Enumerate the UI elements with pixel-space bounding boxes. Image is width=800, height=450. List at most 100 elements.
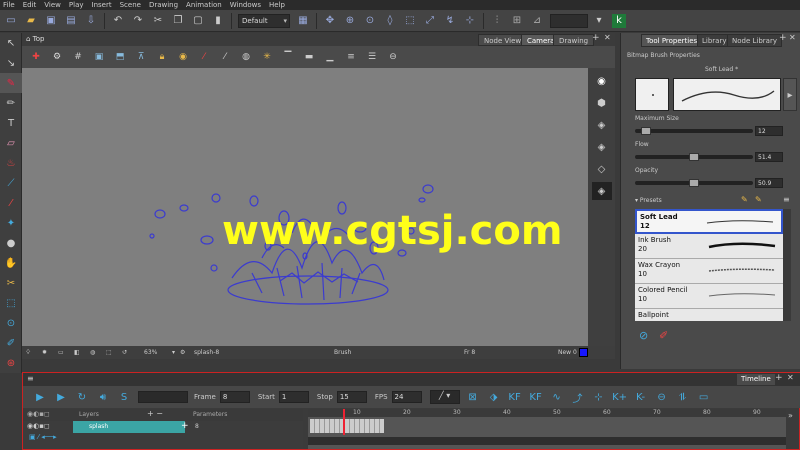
add-layer-icon[interactable]: + − xyxy=(147,409,163,418)
footer-tools-icon[interactable]: ▣ ⁄ ◂──▸ xyxy=(29,433,57,441)
reset-icon[interactable]: ↺ xyxy=(122,349,127,356)
brush-stroke-icon[interactable]: ✐ xyxy=(659,329,668,342)
node-icon[interactable]: ⊹ xyxy=(463,14,477,28)
bone-icon[interactable]: ⊿ xyxy=(530,14,544,28)
menu-windows[interactable]: Windows xyxy=(230,1,261,9)
add-view-icon[interactable]: + xyxy=(592,33,600,43)
sketch-icon[interactable]: ◍ xyxy=(240,51,252,63)
settings-gear-icon[interactable]: ⚙ xyxy=(51,51,63,63)
undo-icon[interactable]: ↶ xyxy=(111,14,125,28)
layer-stack-3-icon[interactable]: ◇ xyxy=(592,160,612,178)
redo-icon[interactable]: ↷ xyxy=(131,14,145,28)
frame-field[interactable]: 8 xyxy=(219,391,250,403)
dropper-tool-icon[interactable]: ⁄ xyxy=(0,193,22,213)
select-tool-icon[interactable]: ↖ xyxy=(0,33,22,53)
frame-ruler[interactable]: 10 20 30 40 50 60 70 80 90 xyxy=(308,409,786,417)
motion-path-icon[interactable]: ⤢ xyxy=(423,14,437,28)
opacity-field[interactable]: 50.9 xyxy=(755,178,783,188)
delete-preset-icon[interactable]: ✎ xyxy=(755,195,762,204)
start-field[interactable]: 1 xyxy=(278,391,309,403)
brush-stroke-preview[interactable] xyxy=(673,78,781,111)
layer-stack-icon[interactable]: ◈ xyxy=(592,116,612,134)
preset-item-ballpoint[interactable]: Ballpoint xyxy=(635,309,783,321)
layer-stack-2-icon[interactable]: ◈ xyxy=(592,138,612,156)
frame-icon[interactable]: ▭ xyxy=(58,349,64,356)
onion-icon[interactable]: ◍ xyxy=(90,349,95,356)
lock-icon[interactable]: 🔒︎ xyxy=(156,51,168,63)
workspace-manager-icon[interactable]: ▦ xyxy=(296,14,310,28)
timeline-frames[interactable]: 10 20 30 40 50 60 70 80 90 xyxy=(308,409,786,449)
menu-file[interactable]: File xyxy=(3,1,15,9)
skew-icon[interactable]: ◊ xyxy=(383,14,397,28)
render-icon[interactable]: ✹ xyxy=(42,349,47,356)
add-keyframe-icon[interactable]: ⬗ xyxy=(487,390,501,404)
layer-active-icon[interactable]: ◈ xyxy=(591,182,612,200)
play-selection-icon[interactable]: ▶ xyxy=(54,390,68,404)
menu-scene[interactable]: Scene xyxy=(120,1,141,9)
max-size-slider[interactable] xyxy=(635,129,753,133)
menu-view[interactable]: View xyxy=(44,1,61,9)
layer-toggles-icon[interactable]: ◉◐▪◻ xyxy=(27,422,50,430)
stop-motion-icon[interactable]: ⊹ xyxy=(592,390,606,404)
text-tool-icon[interactable]: T xyxy=(0,113,22,133)
stamp-tool-icon[interactable]: ✦ xyxy=(0,213,22,233)
spline-tool-icon[interactable]: ✐ xyxy=(0,333,22,353)
turn-off-icon[interactable]: ⬒ xyxy=(114,51,126,63)
scale-icon[interactable]: ⊙ xyxy=(363,14,377,28)
timeline-scrollbar[interactable] xyxy=(308,437,786,445)
sound-icon[interactable]: 🔊︎ xyxy=(96,390,110,404)
stop-field[interactable]: 15 xyxy=(336,391,367,403)
close-panel-icon[interactable]: ✕ xyxy=(789,33,796,42)
add-drawing-icon[interactable]: ✚ xyxy=(30,51,42,63)
ease-icon[interactable]: ⤴ xyxy=(571,390,585,405)
exposure-cells[interactable] xyxy=(310,419,384,433)
menu-play[interactable]: Play xyxy=(69,1,84,9)
transform-icon[interactable]: ✥ xyxy=(323,14,337,28)
dropdown-arrow-icon[interactable]: ▾ xyxy=(592,14,606,28)
bulb-icon[interactable]: 💡︎ xyxy=(26,349,30,357)
line-tool-icon[interactable]: ⟋ xyxy=(0,173,22,193)
color-icon[interactable]: ◧ xyxy=(74,349,80,356)
menu-help[interactable]: Help xyxy=(269,1,285,9)
rotate-icon[interactable]: ⊕ xyxy=(343,14,357,28)
preset-item-colored-pencil[interactable]: Colored Pencil 10 xyxy=(635,284,783,309)
playhead[interactable] xyxy=(343,409,345,435)
preset-item-wax-crayon[interactable]: Wax Crayon 10 xyxy=(635,259,783,284)
brush-tool-icon[interactable]: ✎ xyxy=(0,73,22,93)
rig-icon[interactable]: ⊞ xyxy=(510,14,524,28)
expand-brush-icon[interactable]: ▸ xyxy=(783,78,797,111)
cycle-icon[interactable]: ⊖ xyxy=(655,390,669,404)
save-icon[interactable]: ▣ xyxy=(44,14,58,28)
pivot-icon[interactable]: ⬚ xyxy=(403,14,417,28)
open-folder-icon[interactable]: ▰ xyxy=(24,14,38,28)
align-bottom-icon[interactable]: ▁ xyxy=(324,51,336,63)
align-top-icon[interactable]: ▔ xyxy=(282,51,294,63)
playback-speed-slider[interactable] xyxy=(138,391,188,403)
copy-icon[interactable]: ❐ xyxy=(171,14,185,28)
hand-tool-icon[interactable]: ✋ xyxy=(0,253,22,273)
camera-mask-icon[interactable]: ⬢ xyxy=(592,94,612,112)
play-icon[interactable]: ▶ xyxy=(33,390,47,404)
eye-icon[interactable]: ◉ xyxy=(592,72,612,90)
pencil-view-icon[interactable]: ⁄ xyxy=(219,51,231,63)
new-preset-icon[interactable]: ✎ xyxy=(741,195,748,204)
save-as-icon[interactable]: ▤ xyxy=(64,14,78,28)
brush-view-icon[interactable]: ⁄ xyxy=(198,51,210,63)
fill-icon[interactable]: ▭ xyxy=(697,390,711,404)
sync-icon[interactable]: ✳ xyxy=(261,51,273,63)
brush-lock-icon[interactable]: ⊘ xyxy=(639,329,648,342)
eraser-tool-icon[interactable]: ▱ xyxy=(0,133,22,153)
cut-icon[interactable]: ✂ xyxy=(151,14,165,28)
distribute-icon[interactable]: ≡ xyxy=(345,51,357,63)
tab-timeline[interactable]: Timeline xyxy=(737,374,775,385)
preset-scrollbar[interactable] xyxy=(783,209,791,321)
keyframe-icon[interactable]: ⊠ xyxy=(466,390,480,404)
contour-editor-icon[interactable]: ↘ xyxy=(0,53,22,73)
zoom-dropdown-icon[interactable]: ▾ xyxy=(172,349,175,356)
perspective-tool-icon[interactable]: ⬚ xyxy=(0,293,22,313)
menu-animation[interactable]: Animation xyxy=(186,1,222,9)
menu-drawing[interactable]: Drawing xyxy=(149,1,178,9)
kf-minus-icon[interactable]: KF xyxy=(529,390,543,404)
tab-node-view[interactable]: Node View xyxy=(478,34,528,46)
more-icon[interactable]: ⊖ xyxy=(387,51,399,63)
